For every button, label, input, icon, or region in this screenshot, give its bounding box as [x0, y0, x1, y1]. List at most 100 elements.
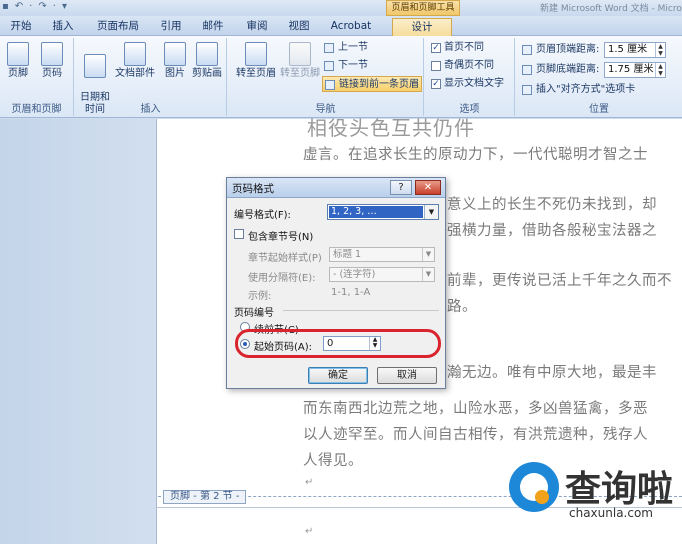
page-number-icon	[41, 42, 63, 66]
dialog-title-bar[interactable]: 页码格式 ? ✕	[227, 178, 445, 198]
example-value: 1-1, 1-A	[331, 287, 371, 298]
ribbon: 页脚 页码 页眉和页脚 日期和 时间 文档部件 图片 剪贴画 插入 转至页眉 转…	[0, 36, 682, 118]
footer-button[interactable]: 页脚	[0, 40, 36, 96]
logo-q-icon	[509, 462, 559, 512]
qat-separator: ·	[29, 1, 33, 12]
goto-header-button-label: 转至页眉	[236, 68, 276, 79]
chapter-style-select: 标题 1 ▼	[329, 247, 435, 262]
footer-bottom-distance-value: 1.75 厘米	[608, 64, 654, 75]
tab-review[interactable]: 审阅	[240, 18, 274, 36]
checkmark-icon: ✓	[431, 43, 441, 53]
different-first-page-checkbox[interactable]: ✓ 首页不同	[430, 40, 484, 56]
doc-line: 虚言。在追求长生的原动力下，一代代聪明才智之士	[303, 147, 648, 163]
group-label-header-footer: 页眉和页脚	[11, 104, 62, 115]
undo-icon[interactable]: ↶	[15, 1, 23, 12]
number-format-select[interactable]: 1, 2, 3, … ▼	[327, 204, 439, 220]
next-section-button[interactable]: 下一节	[322, 58, 368, 74]
tab-insert[interactable]: 插入	[46, 18, 80, 36]
page-number-button-label: 页码	[42, 68, 62, 79]
tab-home[interactable]: 开始	[4, 18, 38, 36]
goto-footer-button-label: 转至页脚	[280, 68, 320, 79]
previous-section-label: 上一节	[338, 42, 368, 53]
page-number-button[interactable]: 页码	[34, 40, 70, 96]
goto-header-icon	[245, 42, 267, 66]
cancel-button[interactable]: 取消	[377, 367, 437, 384]
link-to-previous-button[interactable]: 链接到前一条页眉	[322, 76, 422, 92]
next-section-icon	[324, 61, 334, 71]
doc-line: 强横力量，借助各般秘宝法器之	[447, 223, 657, 239]
group-options: ✓ 首页不同 奇偶页不同 ✓ 显示文档文字 选项	[425, 38, 515, 116]
footer-bottom-distance-input[interactable]: 1.75 厘米 ▲ ▼	[604, 62, 666, 78]
clipart-icon	[196, 42, 218, 66]
goto-footer-icon	[289, 42, 311, 66]
link-to-previous-label: 链接到前一条页眉	[339, 79, 419, 90]
spinner-arrows-icon[interactable]: ▲ ▼	[655, 43, 665, 57]
save-icon[interactable]: ▪	[2, 1, 9, 12]
different-odd-even-label: 奇偶页不同	[444, 60, 494, 71]
doc-parts-button[interactable]: 文档部件	[113, 40, 157, 96]
tab-references[interactable]: 引用	[156, 18, 186, 36]
example-label: 示例:	[248, 291, 272, 302]
include-chapter-checkbox[interactable]	[234, 229, 244, 239]
header-top-distance-value: 1.5 厘米	[608, 44, 648, 55]
doc-line: 路。	[447, 299, 477, 315]
redo-icon[interactable]: ↷	[38, 1, 46, 12]
group-navigation: 转至页眉 转至页脚 上一节 下一节 链接到前一条页眉 导航	[228, 38, 424, 116]
show-doc-text-checkbox[interactable]: ✓ 显示文档文字	[430, 76, 504, 92]
chapter-style-label: 章节起始样式(P)	[248, 253, 322, 264]
divider	[283, 310, 439, 311]
doc-line: 而东南西北边荒之地，山险水恶，多凶兽猛禽，多恶	[303, 401, 648, 417]
tab-mailings[interactable]: 邮件	[198, 18, 228, 36]
goto-header-button[interactable]: 转至页眉	[234, 40, 278, 96]
customize-qat-icon[interactable]: ▾	[62, 1, 67, 12]
close-button[interactable]: ✕	[415, 180, 441, 195]
dialog-title: 页码格式	[232, 183, 274, 195]
header-top-distance-input[interactable]: 1.5 厘米 ▲ ▼	[604, 42, 666, 58]
context-tab-title: 页眉和页脚工具	[386, 0, 460, 16]
number-format-value: 1, 2, 3, …	[329, 206, 423, 218]
title-bar: ▪ ↶ · ↷ · ▾ 页眉和页脚工具 新建 Microsoft Word 文档…	[0, 0, 682, 16]
tab-view[interactable]: 视图	[284, 18, 314, 36]
insert-alignment-tab-label: 插入"对齐方式"选项卡	[536, 84, 636, 95]
qat-separator: ·	[52, 1, 56, 12]
checkmark-icon: ✓	[431, 79, 441, 89]
picture-button[interactable]: 图片	[157, 40, 193, 96]
insert-alignment-tab-button[interactable]: 插入"对齐方式"选项卡	[520, 82, 635, 98]
separator-label: 使用分隔符(E):	[248, 273, 316, 284]
separator-value: - (连字符)	[333, 269, 376, 280]
clipart-button-label: 剪贴画	[192, 68, 222, 79]
clipart-button[interactable]: 剪贴画	[189, 40, 225, 96]
spinner-arrows-icon[interactable]: ▲ ▼	[655, 63, 665, 77]
header-distance-icon	[522, 45, 532, 55]
chevron-down-icon[interactable]: ▼	[424, 205, 438, 219]
watermark-logo: 查询啦 chaxunla.com	[505, 458, 682, 544]
page-numbering-label: 页码编号	[234, 308, 274, 319]
footer-section-label: 页脚 - 第 2 节 -	[163, 490, 247, 504]
tab-acrobat[interactable]: Acrobat	[326, 18, 376, 36]
chevron-down-icon: ▼	[422, 268, 434, 281]
different-first-page-label: 首页不同	[444, 42, 484, 53]
previous-section-icon	[324, 43, 334, 53]
doc-line: 前辈，更传说已活上千年之久而不	[447, 273, 672, 289]
tab-page-layout[interactable]: 页面布局	[92, 18, 144, 36]
document-title-fragment: 相役头色互共仍件	[307, 116, 475, 140]
group-label-position: 位置	[589, 104, 609, 115]
chevron-down-icon: ▼	[422, 248, 434, 261]
different-odd-even-checkbox[interactable]: 奇偶页不同	[430, 58, 494, 74]
ok-button[interactable]: 确定	[308, 367, 368, 384]
tab-design[interactable]: 设计	[392, 18, 452, 36]
doc-line: 以人迹罕至。而人间自古相传，有洪荒遗种，残存人	[303, 427, 648, 443]
show-doc-text-label: 显示文档文字	[444, 78, 504, 89]
paragraph-mark: ↵	[305, 477, 314, 488]
help-button[interactable]: ?	[390, 180, 412, 195]
ribbon-tab-bar: 开始 插入 页面布局 引用 邮件 审阅 视图 Acrobat 设计	[0, 16, 682, 36]
previous-section-button[interactable]: 上一节	[322, 40, 368, 56]
footer-button-label: 页脚	[8, 68, 28, 79]
next-section-label: 下一节	[338, 60, 368, 71]
chapter-style-value: 标题 1	[333, 249, 362, 260]
datetime-button[interactable]: 日期和 时间	[77, 40, 113, 115]
number-format-label: 编号格式(F):	[234, 210, 291, 221]
goto-footer-button[interactable]: 转至页脚	[278, 40, 322, 96]
link-icon	[325, 80, 335, 90]
doc-parts-icon	[124, 42, 146, 66]
